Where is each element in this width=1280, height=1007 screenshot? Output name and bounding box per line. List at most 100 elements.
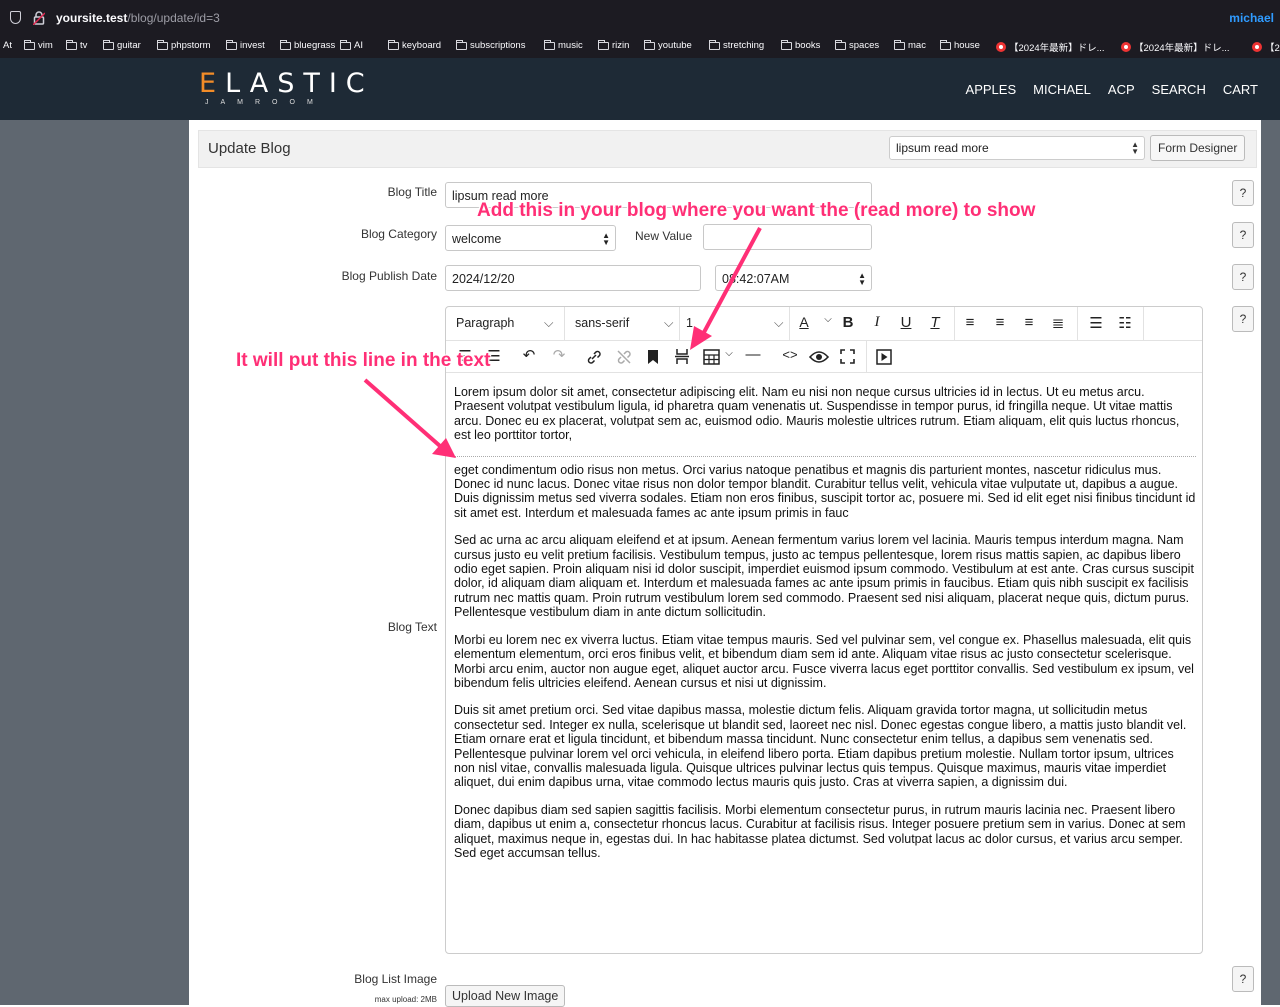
- redo-icon[interactable]: ↷: [548, 346, 570, 364]
- undo-icon[interactable]: ↶: [518, 346, 540, 364]
- chevron-down-icon: ⌵: [544, 316, 554, 330]
- url-field[interactable]: yoursite.test/blog/update/id=3: [56, 11, 220, 25]
- bookmark-item[interactable]: tv: [66, 39, 88, 51]
- paragraph-4: Morbi eu lorem nec ex viverra luctus. Et…: [454, 632, 1194, 690]
- block-format-dropdown[interactable]: Paragraph: [456, 316, 514, 330]
- bookmark-item[interactable]: 【20: [1252, 40, 1280, 54]
- bookmark-item[interactable]: 【2024年最新】ドレ...: [996, 40, 1105, 54]
- editor-content[interactable]: Lorem ipsum dolor sit amet, consectetur …: [454, 385, 1196, 873]
- nav-michael[interactable]: MICHAEL: [1033, 82, 1091, 97]
- fullscreen-icon[interactable]: [840, 349, 855, 364]
- read-more-break-line[interactable]: [454, 455, 1196, 457]
- bookmark-item[interactable]: invest: [226, 39, 265, 51]
- bookmark-item[interactable]: AI: [340, 39, 363, 51]
- font-size-value: 1: [686, 316, 693, 330]
- profile-name[interactable]: michael: [1229, 11, 1274, 25]
- bookmark-item[interactable]: youtube: [644, 39, 692, 51]
- bookmark-item[interactable]: bluegrass: [280, 39, 335, 51]
- horizontal-rule-icon[interactable]: —: [742, 346, 764, 363]
- align-center-icon[interactable]: ≡: [989, 314, 1011, 331]
- bookmark-item[interactable]: mac: [894, 39, 926, 51]
- align-right-icon[interactable]: ≡: [1018, 314, 1040, 331]
- bullet-list-icon[interactable]: ☰: [1085, 314, 1107, 332]
- bookmark-label: keyboard: [402, 40, 442, 51]
- page-break-icon[interactable]: [674, 348, 690, 365]
- bookmark-item[interactable]: rizin: [598, 39, 630, 51]
- help-button-title[interactable]: ?: [1232, 180, 1254, 206]
- paragraph-1: Lorem ipsum dolor sit amet, consectetur …: [454, 385, 1180, 443]
- rich-text-editor[interactable]: Paragraph ⌵ sans-serif ⌵ 1 ⌵ A ⌵ B I U T…: [445, 306, 1203, 954]
- page-title: Update Blog: [208, 140, 291, 157]
- bold-icon[interactable]: B: [837, 314, 859, 331]
- bookmark-item[interactable]: keyboard: [388, 39, 442, 51]
- preview-icon[interactable]: [809, 350, 829, 364]
- chevron-down-icon[interactable]: ⌵: [817, 314, 839, 325]
- bookmark-item[interactable]: phpstorm: [157, 39, 211, 51]
- nav-search[interactable]: SEARCH: [1152, 82, 1206, 97]
- select-arrows-icon: ▲ ▼: [1131, 140, 1139, 156]
- toolbar-divider: [789, 307, 790, 341]
- bookmark-label: stretching: [723, 40, 765, 51]
- bookmark-label: tv: [80, 40, 88, 51]
- folder-icon: [940, 39, 951, 50]
- upload-image-button[interactable]: Upload New Image: [445, 985, 566, 1007]
- media-icon[interactable]: [876, 349, 892, 365]
- bookmark-item[interactable]: music: [544, 39, 583, 51]
- paragraph-5: Duis sit amet pretium orci. Sed vitae da…: [454, 703, 1187, 790]
- font-family-dropdown[interactable]: sans-serif: [575, 316, 629, 330]
- paragraph-3: Sed ac urna ac arcu aliquam eleifend et …: [454, 533, 1194, 620]
- logo-main: LASTIC: [225, 68, 374, 99]
- toolbar-divider: [564, 307, 565, 341]
- select-arrows-icon: ▲ ▼: [858, 271, 866, 287]
- shield-icon[interactable]: [10, 11, 21, 24]
- publish-date-input[interactable]: 2024/12/20: [445, 265, 701, 291]
- unlink-icon[interactable]: [616, 349, 632, 365]
- bookmark-item[interactable]: At: [3, 40, 12, 51]
- form-header: Update Blog lipsum read more ▲ ▼ Form Des…: [198, 130, 1257, 168]
- site-logo[interactable]: ELASTIC JAMROOM: [199, 68, 374, 107]
- publish-time-select[interactable]: 08:42:07AM ▲ ▼: [715, 265, 872, 291]
- site-favicon-icon: [1252, 42, 1262, 52]
- blog-category-select[interactable]: welcome ▲ ▼: [445, 225, 616, 251]
- numbered-list-icon[interactable]: ☷: [1114, 314, 1136, 332]
- nav-acp[interactable]: ACP: [1108, 82, 1135, 97]
- bookmark-item[interactable]: 【2024年最新】ドレ...: [1121, 40, 1230, 54]
- underline-icon[interactable]: U: [895, 314, 917, 331]
- help-button-image[interactable]: ?: [1232, 966, 1254, 992]
- new-value-input[interactable]: [703, 224, 872, 250]
- form-designer-button[interactable]: Form Designer: [1150, 135, 1246, 161]
- folder-icon: [544, 39, 555, 50]
- folder-icon: [340, 39, 351, 50]
- help-button-date[interactable]: ?: [1232, 264, 1254, 290]
- align-justify-icon[interactable]: ≣: [1047, 314, 1069, 332]
- bookmark-item[interactable]: spaces: [835, 39, 879, 51]
- bookmark-icon[interactable]: [647, 349, 659, 365]
- nav-cart[interactable]: CART: [1223, 82, 1258, 97]
- clear-format-icon[interactable]: T: [924, 314, 946, 331]
- bookmark-label: invest: [240, 40, 265, 51]
- bookmark-item[interactable]: vim: [24, 39, 53, 51]
- help-button-text[interactable]: ?: [1232, 306, 1254, 332]
- left-gutter: [0, 120, 189, 1005]
- bookmark-item[interactable]: books: [781, 39, 820, 51]
- nav-apples[interactable]: APPLES: [966, 82, 1017, 97]
- italic-icon[interactable]: I: [866, 314, 888, 331]
- select-arrows-icon: ▲ ▼: [602, 231, 610, 247]
- chevron-down-icon[interactable]: ⌵: [718, 348, 740, 359]
- block-format-value: Paragraph: [456, 316, 515, 330]
- font-size-dropdown[interactable]: 1: [686, 316, 693, 330]
- form-item-select[interactable]: lipsum read more ▲ ▼: [889, 136, 1145, 160]
- folder-icon: [103, 39, 114, 50]
- bookmark-item[interactable]: subscriptions: [456, 39, 525, 51]
- insecure-lock-icon[interactable]: [33, 11, 45, 25]
- bookmark-item[interactable]: house: [940, 39, 980, 51]
- align-left-icon[interactable]: ≡: [959, 314, 981, 331]
- bookmark-item[interactable]: guitar: [103, 39, 141, 51]
- text-color-icon[interactable]: A: [793, 314, 815, 330]
- bookmark-item[interactable]: stretching: [709, 39, 765, 51]
- bookmark-label: rizin: [612, 40, 630, 51]
- code-icon[interactable]: <>: [779, 347, 801, 362]
- toolbar-divider: [1077, 307, 1078, 341]
- link-icon[interactable]: [586, 349, 602, 365]
- help-button-category[interactable]: ?: [1232, 222, 1254, 248]
